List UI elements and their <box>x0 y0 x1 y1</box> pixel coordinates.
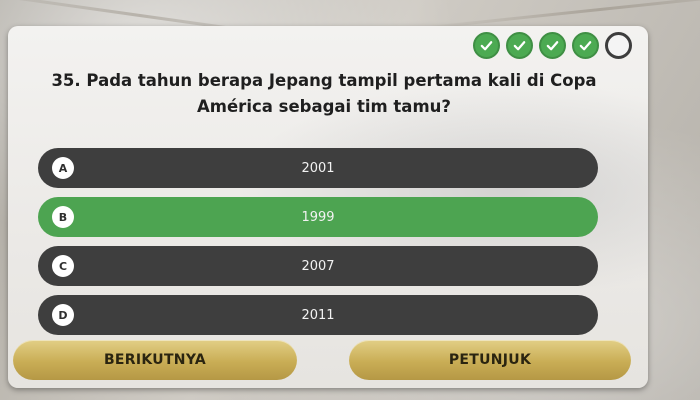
next-button[interactable]: BERIKUTNYA <box>13 340 297 380</box>
answer-text: 2011 <box>301 307 335 323</box>
answer-text: 1999 <box>301 209 335 225</box>
option-letter-badge: C <box>52 255 74 277</box>
check-icon <box>579 41 592 51</box>
progress-dot-correct <box>473 32 500 59</box>
answer-option-c[interactable]: C 2007 <box>38 246 598 286</box>
hint-button[interactable]: PETUNJUK <box>349 340 631 380</box>
answer-list: A 2001 B 1999 C 2007 D 2011 <box>38 148 598 344</box>
option-letter-badge: B <box>52 206 74 228</box>
answer-option-d[interactable]: D 2011 <box>38 295 598 335</box>
quiz-card: 35. Pada tahun berapa Jepang tampil pert… <box>8 26 648 388</box>
answer-option-b[interactable]: B 1999 <box>38 197 598 237</box>
question-text: 35. Pada tahun berapa Jepang tampil pert… <box>34 68 614 120</box>
progress-dot-pending <box>605 32 632 59</box>
progress-dot-correct <box>539 32 566 59</box>
answer-text: 2001 <box>301 160 335 176</box>
option-letter-badge: D <box>52 304 74 326</box>
progress-indicator <box>473 32 632 59</box>
question-line-2: América sebagai tim tamu? <box>197 97 451 116</box>
answer-text: 2007 <box>301 258 335 274</box>
check-icon <box>480 41 493 51</box>
check-icon <box>546 41 559 51</box>
question-line-1: 35. Pada tahun berapa Jepang tampil pert… <box>51 71 597 90</box>
option-letter-badge: A <box>52 157 74 179</box>
check-icon <box>513 41 526 51</box>
progress-dot-correct <box>506 32 533 59</box>
answer-option-a[interactable]: A 2001 <box>38 148 598 188</box>
progress-dot-correct <box>572 32 599 59</box>
